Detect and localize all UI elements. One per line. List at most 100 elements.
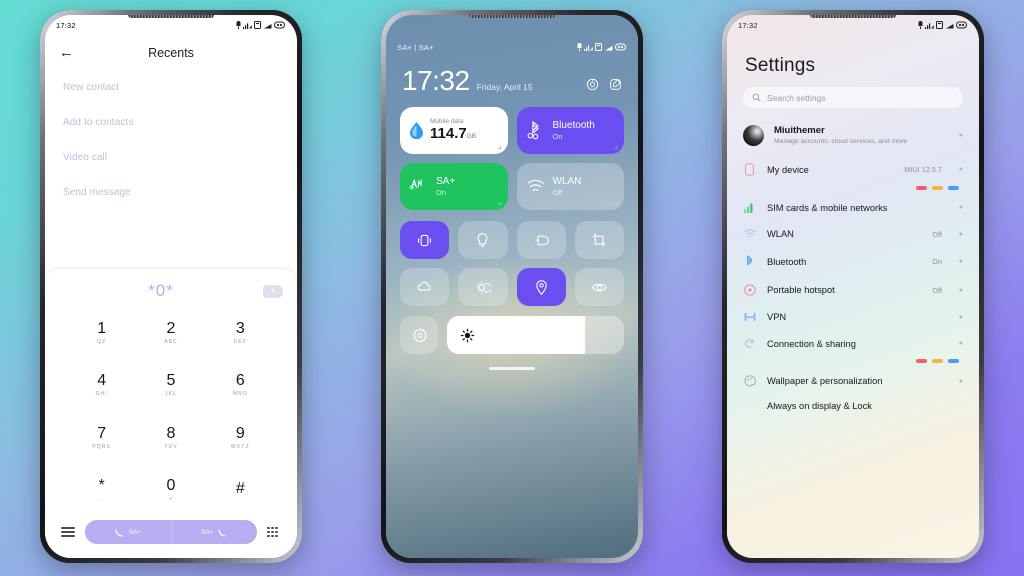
phone-dialer: 17:32 ← Recents New contact Add to conta… (40, 10, 302, 563)
settings-row-always-on-display[interactable]: Always on display & Lock (727, 395, 979, 419)
card-bluetooth[interactable]: Bluetooth On ⌟ (516, 107, 624, 154)
call-sim1-button[interactable]: SA+ (85, 520, 172, 544)
status-icons (236, 21, 286, 29)
settings-row-wallpaper[interactable]: Wallpaper & personalization ● (727, 367, 979, 395)
eye-comfort-icon (591, 283, 607, 291)
dial-key[interactable]: 8 TUV (136, 412, 205, 464)
settings-shortcut-button[interactable] (400, 316, 438, 354)
dial-key-letters: JKL (165, 391, 177, 398)
backspace-icon[interactable]: ✕ (263, 284, 283, 298)
settings-row-portable-hotspot[interactable]: Portable hotspot Off ● (727, 276, 979, 304)
settings-row-my-device[interactable]: My device MIUI 12.5.7 ● (727, 155, 979, 184)
dial-key[interactable]: # (206, 464, 275, 516)
edit-icon[interactable] (609, 78, 622, 91)
keypad-icon[interactable] (267, 526, 281, 538)
palette-icon (743, 375, 756, 387)
dial-key[interactable]: 7 PQRS (67, 412, 136, 464)
call-buttons: SA+ SA+ (85, 520, 257, 544)
home-indicator[interactable] (489, 367, 535, 370)
dial-key-letters: GHI (95, 391, 108, 398)
gear-icon[interactable] (586, 78, 599, 91)
sim-icon (254, 21, 261, 29)
signal-icon (243, 23, 252, 29)
dial-key[interactable]: 0 + (136, 464, 205, 516)
expand-corner-icon[interactable]: ⌟ (498, 197, 502, 206)
search-settings-input[interactable]: Search settings (743, 87, 963, 108)
dial-key-number: 3 (235, 320, 245, 338)
alarm-icon (918, 21, 923, 29)
menu-item-new-contact[interactable]: New contact (63, 82, 279, 93)
dial-key[interactable]: *, (67, 464, 136, 516)
chevron-right-icon: ● (958, 204, 963, 212)
earpiece-speaker (469, 15, 555, 18)
wlan-state: Off (552, 187, 563, 197)
toggle-eye-comfort[interactable] (574, 268, 624, 306)
settings-row-bluetooth[interactable]: Bluetooth On ● (727, 247, 979, 276)
dial-key[interactable]: 9 WXYZ (206, 412, 275, 464)
vibrate-icon (418, 234, 432, 246)
dial-key-number: 8 (166, 424, 176, 442)
settings-row-value: Off (932, 229, 942, 239)
dialpad-keys: 1 QZ 2 ABC 3 DEF 4 GHI 5 JKL 6 MNO 7 PQRS 8 TUV … (45, 303, 297, 516)
sharing-icon (743, 338, 756, 349)
account-row[interactable]: Miuithemer Manage accounts, cloud servic… (727, 118, 979, 155)
menu-icon[interactable] (61, 527, 75, 537)
clock-row: 17:32 Friday, April 15 (386, 57, 638, 97)
card-mobile-signal[interactable]: SA+ On ⌟ (400, 163, 508, 210)
alarm-icon (236, 21, 241, 29)
dial-key-number: 0 (166, 476, 176, 494)
menu-item-add-to-contacts[interactable]: Add to contacts (63, 117, 279, 128)
toggle-cast[interactable] (516, 221, 566, 259)
card-wlan[interactable]: WLAN Off ⌟ (516, 163, 624, 210)
settings-row-label: Bluetooth (767, 256, 807, 267)
dot-red (916, 359, 927, 364)
dial-key[interactable]: 4 GHI (67, 359, 136, 411)
brightness-slider[interactable] (447, 316, 624, 354)
expand-corner-icon[interactable]: ⌟ (614, 141, 618, 150)
clock-actions (586, 78, 622, 91)
dialed-number[interactable]: *0* (59, 281, 263, 301)
quick-toggles (386, 210, 638, 306)
dial-key[interactable]: 2 ABC (136, 307, 205, 359)
settings-row-vpn[interactable]: VPN ● (727, 304, 979, 330)
settings-row-wlan[interactable]: WLAN Off ● (727, 221, 979, 247)
card-mobile-data[interactable]: Mobile data 114.7GB ⌟ (400, 107, 508, 154)
toggle-flashlight[interactable] (458, 221, 508, 259)
expand-corner-icon[interactable]: ⌟ (498, 141, 502, 150)
dial-key[interactable]: 5 JKL (136, 359, 205, 411)
dial-key[interactable]: 3 DEF (206, 307, 275, 359)
toggle-screenshot[interactable] (574, 221, 624, 259)
hotspot-icon (743, 284, 756, 296)
control-center-screen: SA+ | SA+ 17:32 Friday, April 15 Mobile … (386, 15, 638, 558)
settings-row-sim-cards[interactable]: SIM cards & mobile networks ● (727, 194, 979, 221)
auto-brightness-icon (477, 281, 492, 293)
avatar (743, 125, 764, 147)
toggle-vibrate[interactable] (400, 221, 450, 259)
back-arrow-icon[interactable]: ← (59, 45, 81, 60)
settings-row-connection-sharing[interactable]: Connection & sharing ● (727, 330, 979, 357)
page-title: Settings (745, 55, 816, 76)
dial-key[interactable]: 6 MNO (206, 359, 275, 411)
clock-time: 17:32 (402, 65, 470, 96)
status-bar: 17:32 (45, 15, 297, 35)
sim-icon (936, 21, 943, 29)
dot-blue (948, 186, 959, 191)
dial-key-number: 5 (166, 372, 176, 390)
signal-tower-icon (409, 178, 422, 190)
dot-blue (948, 359, 959, 364)
settings-row-label: Wallpaper & personalization (767, 376, 883, 387)
settings-row-value: On (932, 257, 942, 267)
expand-corner-icon[interactable]: ⌟ (614, 197, 618, 206)
toggle-location[interactable] (516, 268, 566, 306)
dial-key-number: 6 (235, 372, 245, 390)
dial-key[interactable]: 1 QZ (67, 307, 136, 359)
toggle-auto-brightness[interactable] (458, 268, 508, 306)
flashlight-icon (477, 232, 488, 247)
status-carriers: SA+ | SA+ (397, 42, 434, 52)
menu-item-send-message[interactable]: Send message (63, 187, 279, 198)
settings-row-value: Off (932, 285, 942, 295)
toggle-dnd[interactable] (400, 268, 450, 306)
menu-item-video-call[interactable]: Video call (63, 152, 279, 163)
call-sim2-button[interactable]: SA+ (172, 520, 258, 544)
vpn-icon (743, 312, 756, 322)
